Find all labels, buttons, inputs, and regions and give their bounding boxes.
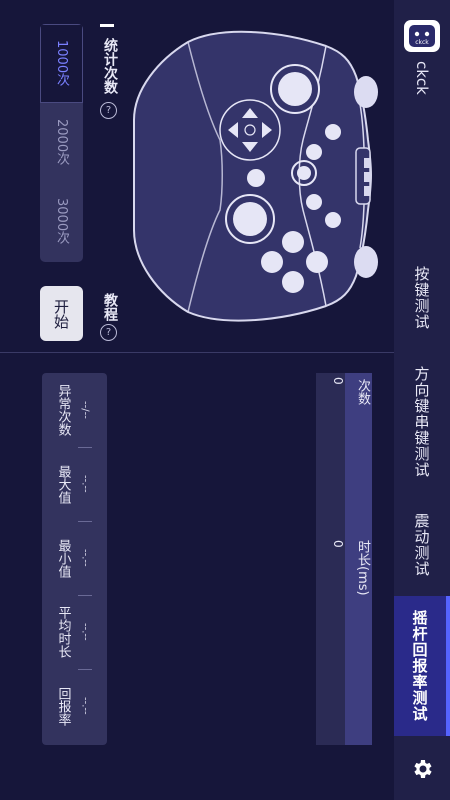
stat-label: 最大值: [55, 464, 71, 504]
count-value: 0: [331, 377, 345, 385]
stat-value: --.--: [79, 623, 91, 641]
nav-stick-report-rate-test[interactable]: 摇杆回报率测试: [394, 596, 450, 736]
stat-average: --.-- 平均时长: [42, 595, 107, 669]
stat-max: --.-- 最大值: [42, 447, 107, 521]
stat-label: 平均时长: [55, 606, 71, 658]
tutorial-link[interactable]: 教程: [96, 290, 120, 324]
count-option-3000[interactable]: 3000次: [40, 182, 83, 261]
side-nav: ckck ckck 按键测试 方向键串键测试 震动测试 摇杆回报率测试: [394, 0, 450, 800]
stat-value: --.--: [79, 697, 91, 715]
count-option-1000[interactable]: 1000次: [40, 24, 83, 103]
settings-button[interactable]: [408, 755, 436, 783]
count-selector: 1000次 2000次 3000次: [40, 24, 83, 262]
stat-label: 异常次数: [55, 384, 71, 436]
app-logo: ckck: [404, 20, 440, 52]
section-divider: [0, 352, 394, 353]
duration-value: 0: [331, 540, 345, 548]
column-duration-header: 时长(ms): [355, 540, 370, 596]
gear-icon: [414, 760, 432, 778]
stat-value: --/--: [79, 401, 91, 419]
count-option-2000[interactable]: 2000次: [40, 103, 83, 182]
stats-panel: --/-- 异常次数 --.-- 最大值 --.-- 最小值 --.-- 平均时…: [42, 373, 107, 745]
tutorial-help-icon[interactable]: ?: [100, 324, 117, 341]
controller-illustration: [133, 30, 378, 322]
logo-text: ckck: [415, 39, 429, 46]
count-help-icon[interactable]: ?: [100, 102, 117, 119]
app-name: ckck: [413, 61, 431, 95]
stat-report-rate: --.-- 回报率: [42, 669, 107, 743]
title-marker: [100, 24, 114, 27]
nav-button-test[interactable]: 按键测试: [394, 258, 450, 338]
gamepad-logo-icon: ckck: [409, 25, 435, 47]
stat-min: --.-- 最小值: [42, 521, 107, 595]
count-title: 统计次数: [102, 38, 118, 94]
stat-value: --.--: [79, 475, 91, 493]
stat-label: 最小值: [55, 538, 71, 578]
start-button[interactable]: 开始: [40, 286, 83, 341]
results-table: 次数 时长(ms) 0 0: [316, 373, 372, 745]
stat-abnormal-count: --/-- 异常次数: [42, 373, 107, 447]
results-table-header: 次数 时长(ms): [345, 373, 372, 745]
column-count-header: 次数: [355, 379, 370, 405]
nav-dpad-ghosting-test[interactable]: 方向键串键测试: [394, 352, 450, 492]
nav-vibration-test[interactable]: 震动测试: [394, 505, 450, 585]
stat-label: 回报率: [55, 686, 71, 726]
stat-value: --.--: [79, 549, 91, 567]
